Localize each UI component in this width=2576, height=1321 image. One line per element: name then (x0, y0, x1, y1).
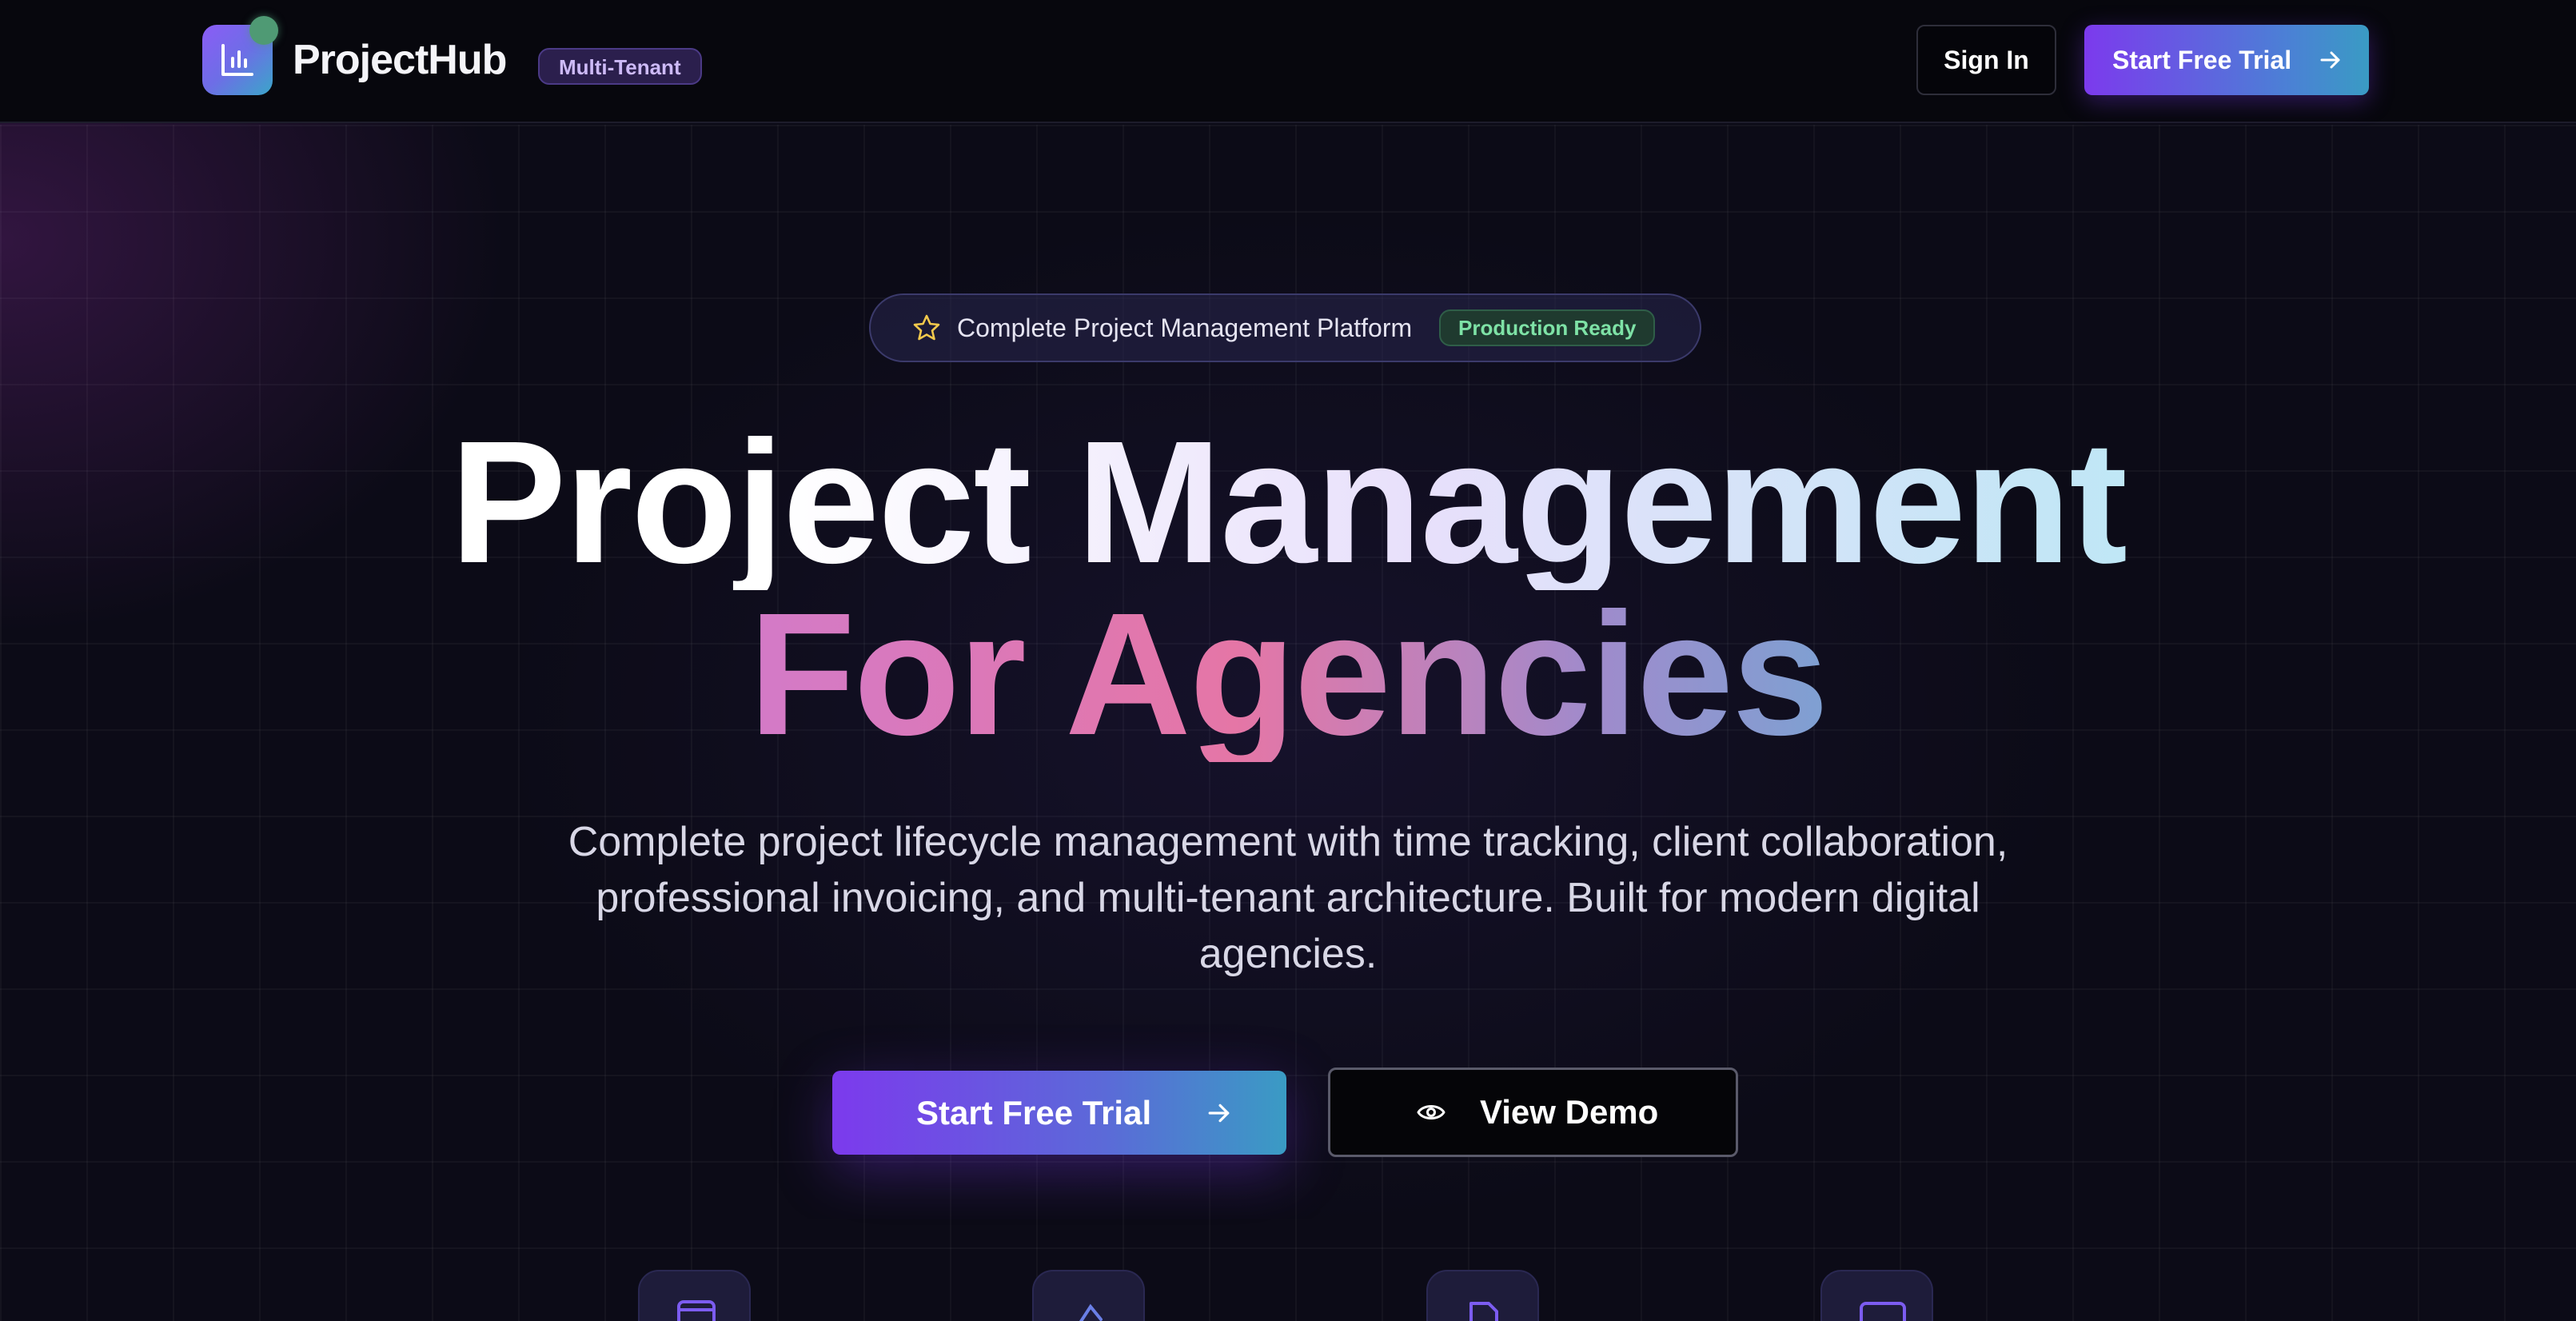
document-icon (1469, 1302, 1498, 1321)
brand-name[interactable]: ProjectHub (293, 32, 507, 88)
bar-chart-icon (221, 44, 253, 76)
star-icon (913, 314, 940, 341)
eye-icon (1417, 1105, 1446, 1119)
feature-tile-billing[interactable] (1820, 1270, 1933, 1321)
landing-page: ProjectHub Multi-Tenant Sign In Start Fr… (0, 0, 2576, 1321)
hero-subtitle: Complete project lifecycle management wi… (568, 819, 2008, 977)
view-demo-button[interactable]: View Demo (1328, 1068, 1738, 1157)
headline-line-1: Project Management (0, 416, 2576, 590)
sign-in-button[interactable]: Sign In (1916, 25, 2056, 95)
announcement-pill: Complete Project Management Platform Pro… (869, 293, 1701, 362)
headline-line-2: For Agencies (0, 588, 2576, 762)
hero-start-trial-label: Start Free Trial (916, 1094, 1152, 1131)
hero-start-trial-button[interactable]: Start Free Trial (832, 1071, 1286, 1155)
top-navbar: ProjectHub Multi-Tenant Sign In Start Fr… (0, 0, 2576, 123)
status-dot (249, 16, 278, 45)
card-icon (1860, 1302, 1906, 1321)
nav-start-trial-label: Start Free Trial (2112, 46, 2292, 74)
feature-tile-analytics[interactable] (1032, 1270, 1145, 1321)
arrow-right-icon (2320, 51, 2340, 69)
feature-tile-calendar[interactable] (638, 1270, 751, 1321)
chart-icon (1079, 1303, 1103, 1321)
feature-tile-documents[interactable] (1426, 1270, 1539, 1321)
tenant-badge: Multi-Tenant (538, 48, 702, 85)
view-demo-label: View Demo (1480, 1093, 1659, 1131)
calendar-icon (677, 1300, 716, 1321)
production-ready-badge: Production Ready (1439, 309, 1656, 346)
pill-text: Complete Project Management Platform (957, 313, 1413, 342)
arrow-right-icon (1208, 1103, 1230, 1123)
nav-start-trial-button[interactable]: Start Free Trial (2084, 25, 2369, 95)
